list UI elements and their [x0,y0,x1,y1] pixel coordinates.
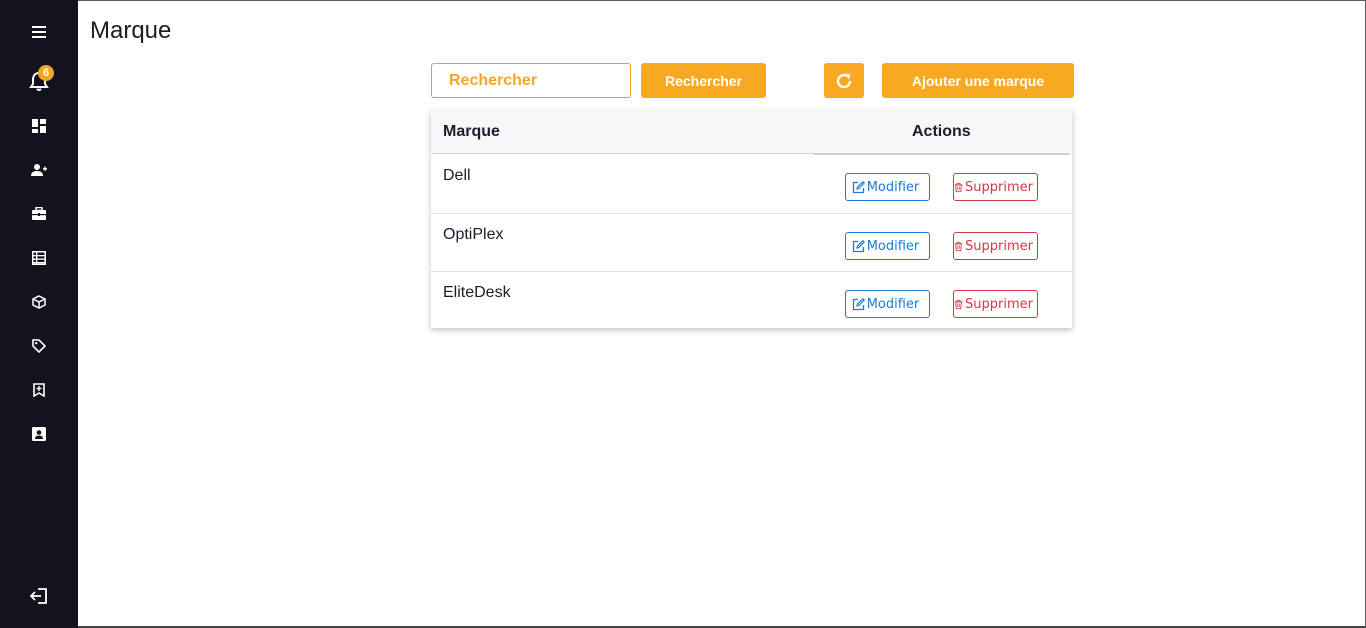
delete-label: Supprimer [965,296,1033,312]
search-button[interactable]: Rechercher [641,63,766,98]
bookmark-icon[interactable] [27,378,51,402]
edit-button[interactable]: Modifier [845,232,930,260]
edit-icon [852,297,865,310]
delete-label: Supprimer [965,238,1033,254]
refresh-icon [836,73,852,88]
delete-button[interactable]: Supprimer [953,290,1038,318]
logout-icon[interactable] [27,584,51,608]
add-brand-button[interactable]: Ajouter une marque [882,63,1074,98]
delete-label: Supprimer [965,179,1033,195]
user-add-icon[interactable] [27,158,51,182]
table-row: OptiPlex Modifier Supprimer [431,213,1072,271]
page-title: Marque [90,17,172,44]
edit-icon [852,239,865,252]
cube-icon[interactable] [27,290,51,314]
tag-icon[interactable] [27,334,51,358]
contact-icon[interactable] [27,422,51,446]
edit-label: Modifier [866,179,920,195]
table-icon[interactable] [27,246,51,270]
delete-button[interactable]: Supprimer [953,173,1038,201]
brand-name: EliteDesk [443,284,511,301]
brand-name: Dell [443,167,471,184]
search-input[interactable] [431,63,631,98]
notification-count-badge: 6 [38,65,54,81]
header-divider [431,153,814,154]
refresh-button[interactable] [824,63,864,98]
edit-button[interactable]: Modifier [845,290,930,318]
edit-label: Modifier [866,238,920,254]
table-row: EliteDesk Modifier Supprimer [431,271,1072,329]
column-header-marque: Marque [443,123,500,140]
briefcase-icon[interactable] [27,202,51,226]
trash-icon [954,182,963,192]
edit-label: Modifier [866,296,920,312]
dashboard-icon[interactable] [27,114,51,138]
edit-button[interactable]: Modifier [845,173,930,201]
delete-button[interactable]: Supprimer [953,232,1038,260]
table-row: Dell Modifier Supprimer [431,155,1072,213]
sidebar: 6 [0,0,78,628]
trash-icon [954,299,963,309]
table-header: Marque Actions [431,110,1072,155]
trash-icon [954,241,963,251]
edit-icon [852,180,865,193]
column-header-actions: Actions [912,123,971,140]
brands-table: Marque Actions Dell Modifier Supprimer O… [431,110,1072,328]
brand-name: OptiPlex [443,226,504,243]
menu-icon[interactable] [27,20,51,44]
